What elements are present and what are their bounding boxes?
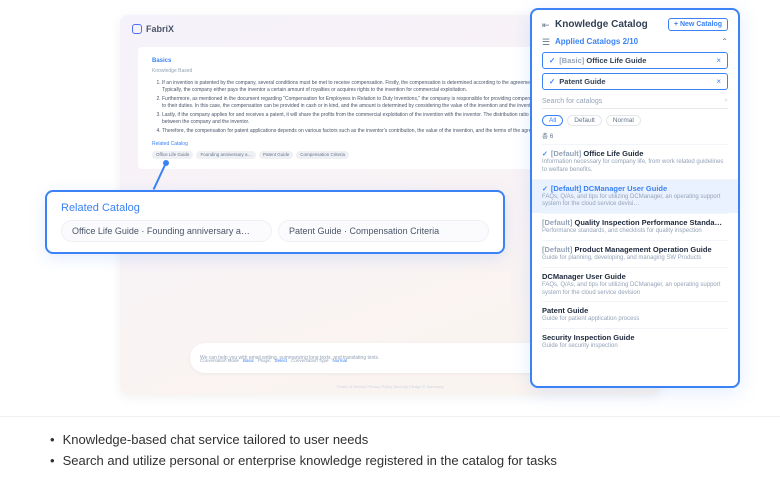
catalog-search-input[interactable]: Search for catalogs ⌕ xyxy=(542,94,728,109)
chip[interactable]: Patent Guide xyxy=(259,151,293,160)
feature-bullets: Knowledge-based chat service tailored to… xyxy=(50,432,750,474)
item-prefix: [Default] xyxy=(542,245,572,254)
pin-icon[interactable]: ⇤ xyxy=(542,20,551,29)
bullet-item: Search and utilize personal or enterpris… xyxy=(50,453,750,468)
chip[interactable]: Founding anniversary a… xyxy=(196,151,256,160)
item-desc: Guide for planning, developing, and mana… xyxy=(542,255,728,263)
item-desc: FAQs, Q/As, and tips for utilizing DCMan… xyxy=(542,282,728,298)
chevron-up-icon[interactable]: ⌃ xyxy=(721,37,728,46)
knowledge-catalog-panel: ⇤ Knowledge Catalog + New Catalog ☰ Appl… xyxy=(530,8,740,388)
catalog-item[interactable]: [Default] Product Management Operation G… xyxy=(542,240,728,267)
related-catalog-callout: Related Catalog Office Life Guide · Foun… xyxy=(45,190,505,254)
remove-tag-icon[interactable]: × xyxy=(716,56,721,65)
bullet-item: Knowledge-based chat service tailored to… xyxy=(50,432,750,447)
applied-catalogs-label[interactable]: Applied Catalogs 2/10 xyxy=(555,37,721,46)
catalog-item[interactable]: DCManager User GuideFAQs, Q/As, and tips… xyxy=(542,267,728,302)
item-prefix: [Default] xyxy=(551,184,581,193)
applied-tag: ✓ [Basic] Office Life Guide × xyxy=(542,52,728,69)
item-title: Patent Guide xyxy=(542,306,588,315)
input-meta: Conversation ModeBasic PluginSelect Conv… xyxy=(200,358,347,363)
search-icon: ⌕ xyxy=(724,97,728,105)
item-desc: Performance standards, and checklists fo… xyxy=(542,228,728,236)
check-icon: ✓ xyxy=(542,151,548,158)
check-icon: ✓ xyxy=(542,186,548,193)
catalog-item[interactable]: [Default] Quality Inspection Performance… xyxy=(542,213,728,240)
filter-all[interactable]: All xyxy=(542,115,563,126)
item-prefix: [Default] xyxy=(551,149,581,158)
filter-normal[interactable]: Normal xyxy=(606,115,641,126)
remove-tag-icon[interactable]: × xyxy=(716,77,721,86)
filter-row: All Default Normal xyxy=(542,115,728,126)
item-desc: Guide for patient application process xyxy=(542,316,728,324)
catalog-item[interactable]: Patent GuideGuide for patient applicatio… xyxy=(542,301,728,328)
applied-tag: ✓ Patent Guide × xyxy=(542,73,728,90)
item-title: Security Inspection Guide xyxy=(542,333,635,342)
section-divider xyxy=(0,416,780,417)
search-placeholder: Search for catalogs xyxy=(542,98,602,105)
catalog-item[interactable]: ✓[Default] DCManager User GuideFAQs, Q/A… xyxy=(532,179,738,214)
item-title: DCManager User Guide xyxy=(583,184,667,193)
new-catalog-button[interactable]: + New Catalog xyxy=(668,18,728,31)
callout-pill[interactable]: Patent Guide · Compensation Criteria xyxy=(278,220,489,242)
item-desc: FAQs, Q/As, and tips for utilizing DCMan… xyxy=(542,194,728,210)
catalog-item[interactable]: ✓[Default] Office Life GuideInformation … xyxy=(542,144,728,179)
callout-title: Related Catalog xyxy=(61,202,489,214)
list-icon[interactable]: ☰ xyxy=(542,37,551,46)
catalog-item[interactable]: Security Inspection GuideGuide for secur… xyxy=(542,328,728,355)
item-desc: Guide for security inspection xyxy=(542,343,728,351)
item-title: Office Life Guide xyxy=(583,149,643,158)
callout-pill[interactable]: Office Life Guide · Founding anniversary… xyxy=(61,220,272,242)
item-title: Product Management Operation Guide xyxy=(575,245,712,254)
item-title: Quality Inspection Performance Standa… xyxy=(575,218,723,227)
filter-default[interactable]: Default xyxy=(567,115,602,126)
item-prefix: [Default] xyxy=(542,218,572,227)
chip[interactable]: Compensation Criteria xyxy=(296,151,349,160)
item-title: DCManager User Guide xyxy=(542,272,626,281)
result-count: 총 6 xyxy=(542,130,728,140)
check-icon: ✓ xyxy=(549,77,555,86)
chip[interactable]: Office Life Guide xyxy=(152,151,193,160)
item-desc: Information necessary for company life, … xyxy=(542,159,728,175)
panel-title: Knowledge Catalog xyxy=(555,19,668,30)
app-logo-icon xyxy=(132,24,142,34)
app-name: FabriX xyxy=(146,24,174,34)
check-icon: ✓ xyxy=(549,56,555,65)
